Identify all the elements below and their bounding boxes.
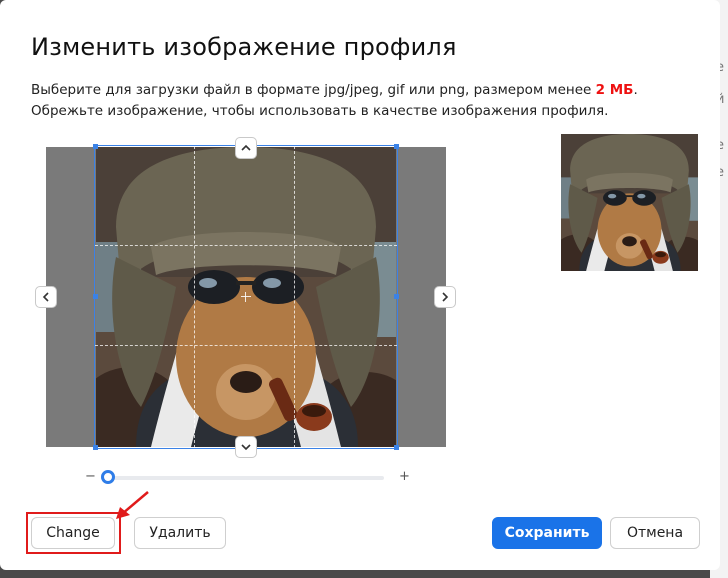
crop-grid-line	[194, 146, 195, 448]
chevron-right-icon	[442, 292, 449, 302]
dialog-title: Изменить изображение профиля	[31, 33, 457, 61]
description-text: Выберите для загрузки файл в формате jpg…	[31, 82, 596, 98]
zoom-slider-thumb[interactable]	[101, 470, 115, 484]
crop-handle-right[interactable]	[394, 294, 399, 299]
zoom-out-icon[interactable]: −	[85, 469, 96, 484]
crop-handle-left[interactable]	[93, 294, 98, 299]
crop-handle-top-left[interactable]	[93, 144, 98, 149]
crop-grid-line	[95, 245, 397, 246]
annotation-arrow-icon	[116, 491, 149, 519]
crop-grid-line	[294, 146, 295, 448]
move-down-button[interactable]	[235, 436, 257, 458]
crop-handle-top-right[interactable]	[394, 144, 399, 149]
description-crop-hint: Обрежьте изображение, чтобы использовать…	[31, 103, 609, 119]
crop-handle-bottom-right[interactable]	[394, 445, 399, 450]
move-up-button[interactable]	[235, 137, 257, 159]
chevron-down-icon	[241, 444, 251, 451]
zoom-slider-track[interactable]	[101, 476, 384, 480]
chevron-up-icon	[241, 144, 251, 151]
cancel-button[interactable]: Отмена	[610, 517, 700, 549]
chevron-left-icon	[42, 292, 49, 302]
crop-selection[interactable]	[93, 144, 399, 450]
crop-handle-bottom-left[interactable]	[93, 445, 98, 450]
move-right-button[interactable]	[434, 286, 456, 308]
avatar-preview	[561, 134, 698, 271]
annotation-highlight	[26, 512, 121, 554]
edit-profile-image-dialog: Изменить изображение профиля Выберите дл…	[0, 0, 720, 570]
size-limit: 2 МБ	[595, 82, 634, 98]
dialog-description: Выберите для загрузки файл в формате jpg…	[31, 80, 671, 122]
save-button[interactable]: Сохранить	[492, 517, 602, 549]
move-left-button[interactable]	[35, 286, 57, 308]
crop-center-icon	[241, 292, 251, 302]
crop-grid-line	[95, 345, 397, 346]
zoom-in-icon[interactable]: +	[399, 469, 410, 484]
description-period: .	[633, 82, 638, 98]
